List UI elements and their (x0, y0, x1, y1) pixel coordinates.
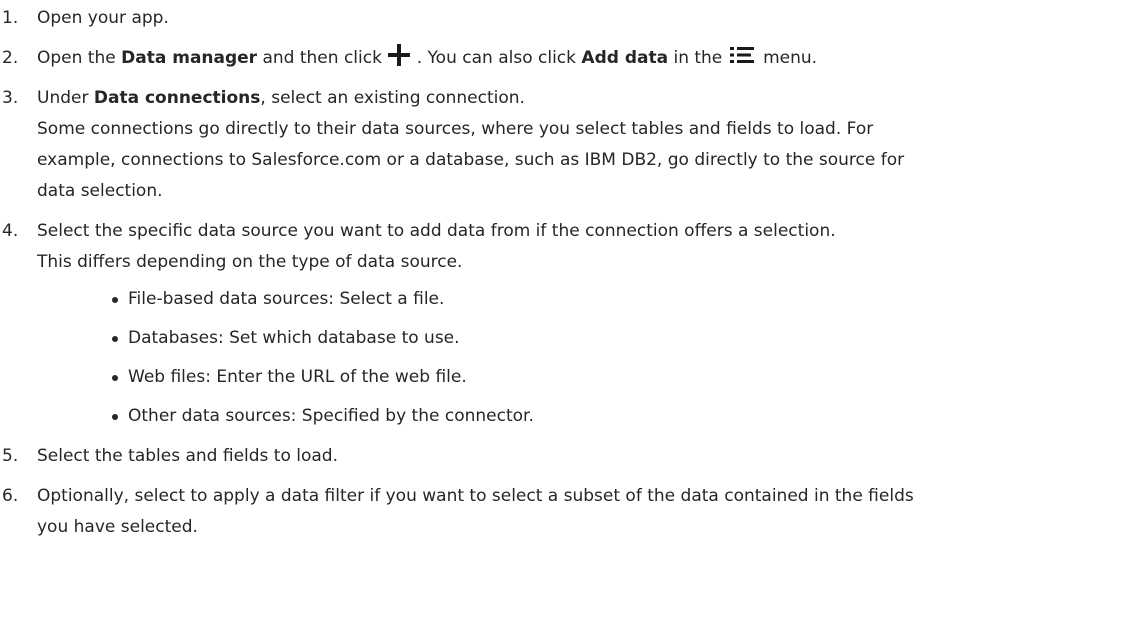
step-text: Under Data connections, select an existi… (37, 83, 1145, 114)
list-item-text: Databases: Set which database to use. (128, 328, 460, 348)
list-item: Web files: Enter the URL of the web file… (93, 362, 1145, 393)
list-item: File-based data sources: Select a file. (93, 284, 1145, 315)
step-number: 5. (2, 446, 19, 466)
step-number: 3. (2, 88, 19, 108)
step-number: 1. (2, 8, 19, 28)
step-text: Select the specific data source you want… (37, 221, 836, 241)
text-segment: , select an existing connection. (260, 88, 525, 108)
list-item-text: Other data sources: Specified by the con… (128, 406, 534, 426)
step-text: you have selected. (37, 517, 198, 537)
step-3: 3. Under Data connections, select an exi… (0, 83, 1145, 207)
step-text: Optionally, select to apply a data filte… (37, 486, 914, 506)
instructions-document: 1. Open your app. 2. Open the Data manag… (0, 0, 1145, 543)
text-segment: and then click (257, 48, 388, 68)
step-1: 1. Open your app. (0, 3, 1145, 34)
step-text: Select the tables and fields to load. (37, 446, 339, 466)
list-menu-icon (729, 47, 754, 63)
list-item: Other data sources: Specified by the con… (93, 401, 1145, 432)
plus-icon (388, 44, 411, 66)
text-segment: in the (668, 48, 728, 68)
step-detail: example, connections to Salesforce.com o… (37, 150, 905, 170)
step-number: 4. (2, 221, 19, 241)
list-item-text: File-based data sources: Select a file. (128, 289, 445, 309)
step-detail: data selection. (37, 181, 163, 201)
bullet-icon (112, 414, 118, 420)
bullet-icon (112, 336, 118, 342)
data-connections-label: Data connections (93, 88, 261, 108)
text-segment: Under (37, 88, 94, 108)
step-detail: Some connections go directly to their da… (37, 119, 874, 139)
add-data-label: Add data (581, 48, 669, 68)
text-segment: . You can also click (411, 48, 582, 68)
list-item: Databases: Set which database to use. (93, 323, 1145, 354)
text-segment: menu. (757, 48, 818, 68)
text-segment: Open the (37, 48, 122, 68)
step-text: Open your app. (37, 8, 169, 28)
step-2: 2. Open the Data manager and then click … (0, 43, 1145, 74)
step-number: 6. (2, 486, 19, 506)
step-number: 2. (2, 48, 19, 68)
data-source-list: File-based data sources: Select a file. … (37, 284, 1145, 432)
data-manager-label: Data manager (121, 48, 258, 68)
step-4: 4. Select the specific data source you w… (0, 216, 1145, 432)
bullet-icon (112, 375, 118, 381)
list-item-text: Web files: Enter the URL of the web file… (128, 367, 467, 387)
step-detail: This differs depending on the type of da… (37, 252, 463, 272)
step-text: Open the Data manager and then click . Y… (37, 43, 1145, 74)
step-6: 6. Optionally, select to apply a data fi… (0, 481, 1145, 543)
bullet-icon (112, 297, 118, 303)
step-5: 5. Select the tables and fields to load. (0, 441, 1145, 472)
